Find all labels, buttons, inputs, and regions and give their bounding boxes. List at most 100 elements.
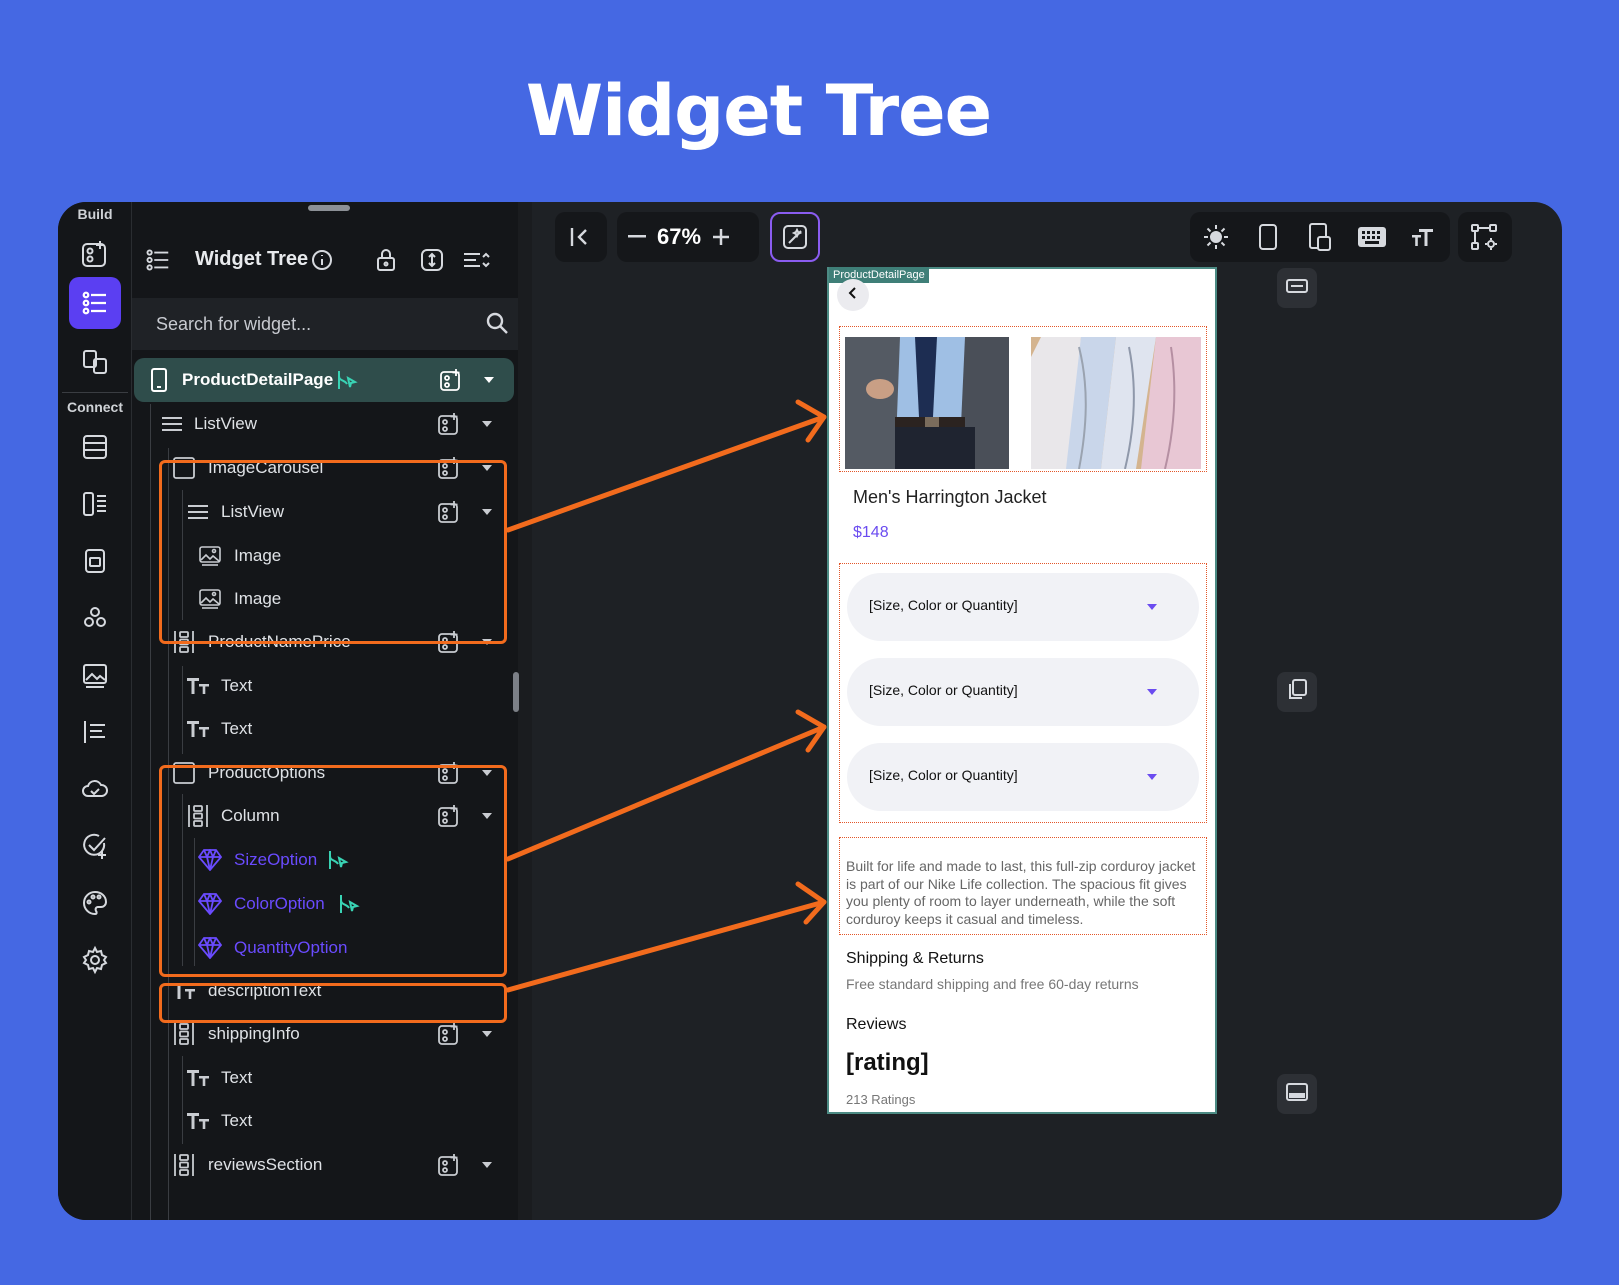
rating-count: 213 Ratings bbox=[846, 1092, 916, 1107]
bottom-bar-icon bbox=[1286, 1082, 1308, 1106]
rail-build-label: Build bbox=[77, 206, 113, 222]
tree-row-text[interactable]: Text bbox=[132, 1099, 530, 1143]
data-types-icon[interactable] bbox=[69, 478, 121, 530]
search-input[interactable] bbox=[156, 310, 456, 338]
rating-value: [rating] bbox=[846, 1049, 929, 1076]
search-box bbox=[132, 298, 530, 350]
back-button[interactable] bbox=[837, 279, 869, 311]
add-child-icon[interactable] bbox=[439, 368, 463, 392]
search-icon[interactable] bbox=[484, 310, 510, 341]
add-widget-icon[interactable] bbox=[69, 228, 121, 280]
chevron-down-icon[interactable] bbox=[477, 368, 501, 392]
reviews-title: Reviews bbox=[846, 1016, 907, 1033]
add-child-icon[interactable] bbox=[437, 1153, 461, 1177]
zoom-level: 67% bbox=[657, 224, 702, 249]
light-mode-icon[interactable] bbox=[1190, 212, 1242, 262]
widget-tree-header-icon bbox=[144, 246, 172, 274]
chevron-down-icon bbox=[1147, 689, 1157, 695]
widget-tree-panel: Widget Tree Search for widget... Product… bbox=[132, 202, 530, 1220]
panel-scrollbar[interactable] bbox=[513, 672, 519, 712]
phone-device-icon[interactable] bbox=[1242, 212, 1294, 262]
dropdown-label: [Size, Color or Quantity] bbox=[869, 767, 1018, 783]
tree-row-label: Text bbox=[221, 676, 253, 695]
tree-row-text[interactable]: Text bbox=[132, 707, 530, 751]
chevron-left-icon bbox=[848, 286, 858, 304]
shipping-subtitle: Free standard shipping and free 60-day r… bbox=[846, 976, 1139, 992]
size-dropdown[interactable]: [Size, Color or Quantity] bbox=[847, 573, 1199, 641]
database-icon[interactable] bbox=[69, 421, 121, 473]
media-assets-icon[interactable] bbox=[69, 649, 121, 701]
integrations-icon[interactable] bbox=[69, 592, 121, 644]
carousel-image-shirts[interactable] bbox=[1031, 337, 1201, 470]
dropdown-label: [Size, Color or Quantity] bbox=[869, 682, 1018, 698]
chevron-down-icon[interactable] bbox=[475, 1022, 499, 1046]
add-child-icon[interactable] bbox=[437, 1022, 461, 1046]
tree-row-label: ProductDetailPage bbox=[182, 370, 334, 389]
chevron-down-icon bbox=[1147, 604, 1157, 610]
product-price: $148 bbox=[853, 524, 889, 541]
zoom-control: 67% bbox=[617, 212, 759, 262]
highlight-imagecarousel bbox=[159, 460, 507, 644]
lock-icon[interactable] bbox=[372, 246, 400, 274]
tree-row-label: Text bbox=[221, 719, 253, 738]
branch-icon bbox=[334, 368, 358, 397]
phone-preview: ProductDetailPage Men's Harrington Jacke… bbox=[827, 267, 1217, 1114]
copy-button[interactable] bbox=[1277, 672, 1317, 712]
chevron-down-icon[interactable] bbox=[475, 1153, 499, 1177]
widget-tree-icon[interactable] bbox=[69, 277, 121, 329]
dropdown-label: [Size, Color or Quantity] bbox=[869, 597, 1018, 613]
settings-icon[interactable] bbox=[69, 934, 121, 986]
copy-icon bbox=[1287, 678, 1307, 706]
add-child-icon[interactable] bbox=[437, 412, 461, 436]
appbar-icon bbox=[1286, 278, 1308, 298]
tree-row-label: Text bbox=[221, 1068, 253, 1087]
tree-row-label: Text bbox=[221, 1111, 253, 1130]
description-text: Built for life and made to last, this fu… bbox=[846, 858, 1196, 927]
zoom-out-button[interactable] bbox=[617, 212, 657, 262]
collapse-panel-button[interactable] bbox=[555, 212, 607, 262]
highlight-descriptiontext bbox=[159, 983, 507, 1023]
text-icon bbox=[186, 674, 210, 698]
text-icon bbox=[186, 1109, 210, 1133]
carousel-image-suit[interactable] bbox=[845, 337, 1009, 469]
shipping-title: Shipping & Returns bbox=[846, 950, 984, 967]
testing-icon[interactable] bbox=[69, 820, 121, 872]
magic-wand-button[interactable] bbox=[770, 212, 820, 262]
column-icon bbox=[172, 1153, 196, 1177]
canvas-settings-button[interactable] bbox=[1458, 212, 1512, 262]
highlight-productoptions bbox=[159, 765, 507, 977]
zoom-in-button[interactable] bbox=[701, 212, 741, 262]
color-dropdown[interactable]: [Size, Color or Quantity] bbox=[847, 658, 1199, 726]
text-styles-icon[interactable] bbox=[69, 706, 121, 758]
panel-drag-handle[interactable] bbox=[308, 205, 350, 211]
storyboard-icon[interactable] bbox=[69, 336, 121, 388]
tree-row-label: reviewsSection bbox=[208, 1155, 323, 1174]
phone-icon bbox=[147, 368, 171, 392]
theme-icon[interactable] bbox=[69, 877, 121, 929]
chevron-down-icon[interactable] bbox=[475, 412, 499, 436]
tree-row-reviewssection[interactable]: reviewsSection bbox=[132, 1143, 530, 1187]
tree-row-listview[interactable]: ListView bbox=[132, 402, 530, 446]
expand-collapse-icon[interactable] bbox=[418, 246, 446, 274]
keyboard-icon[interactable] bbox=[1346, 212, 1398, 262]
storage-icon[interactable] bbox=[69, 535, 121, 587]
collapse-left-icon bbox=[555, 212, 607, 262]
appbar-toggle-button[interactable] bbox=[1277, 268, 1317, 308]
cloud-icon[interactable] bbox=[69, 763, 121, 815]
tree-row-text[interactable]: Text bbox=[132, 664, 530, 708]
text-scale-icon[interactable] bbox=[1398, 212, 1450, 262]
tree-row-productdetailpage[interactable]: ProductDetailPage bbox=[134, 358, 514, 402]
listview-icon bbox=[160, 412, 184, 436]
app-window: Build Connect Widget Tree Search for wid… bbox=[58, 202, 1562, 1220]
layout-settings-icon bbox=[1458, 212, 1510, 262]
filter-sort-icon[interactable] bbox=[462, 246, 490, 274]
device-toolbar bbox=[1190, 212, 1450, 262]
tablet-device-icon[interactable] bbox=[1294, 212, 1346, 262]
tree-row-text[interactable]: Text bbox=[132, 1056, 530, 1100]
tree-row-label: ListView bbox=[194, 414, 257, 433]
quantity-dropdown[interactable]: [Size, Color or Quantity] bbox=[847, 743, 1199, 811]
column-icon bbox=[172, 1022, 196, 1046]
tree-header: Widget Tree bbox=[132, 230, 530, 290]
info-icon[interactable] bbox=[308, 246, 336, 274]
bottom-bar-toggle-button[interactable] bbox=[1277, 1074, 1317, 1114]
